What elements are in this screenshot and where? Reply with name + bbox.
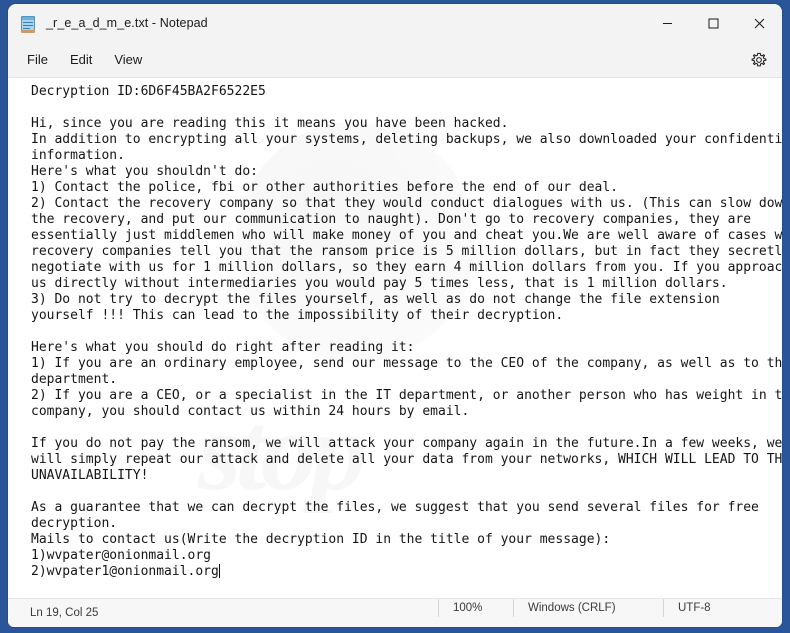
note-line: 2) If you are a CEO, or a specialist in …	[31, 388, 782, 403]
menu-view[interactable]: View	[103, 47, 153, 72]
ransom-note-text[interactable]: Decryption ID:6D6F45BA2F6522E5 Hi, since …	[8, 78, 782, 580]
note-line: 2)wvpater1@onionmail.org	[31, 564, 220, 579]
note-line: 1)wvpater@onionmail.org	[31, 548, 212, 563]
menu-file[interactable]: File	[16, 47, 59, 72]
minimize-button[interactable]	[644, 4, 690, 42]
maximize-icon	[708, 18, 718, 28]
window-controls	[644, 4, 782, 42]
note-line: Here's what you shouldn't do:	[31, 164, 258, 179]
status-bar: Ln 19, Col 25 100% Windows (CRLF) UTF-8	[8, 598, 782, 627]
note-line: Mails to contact us(Write the decryption…	[31, 532, 611, 547]
menu-bar: File Edit View	[8, 42, 782, 78]
note-line: the recovery, and put our communication …	[31, 212, 752, 227]
note-line: 1) Contact the police, fbi or other auth…	[31, 180, 618, 195]
note-line: If you do not pay the ransom, we will at…	[31, 436, 782, 451]
note-line	[31, 420, 774, 436]
note-line: negotiate with us for 1 million dollars,…	[31, 260, 782, 275]
title-bar[interactable]: _r_e_a_d_m_e.txt - Notepad	[8, 4, 782, 42]
status-encoding[interactable]: UTF-8	[663, 599, 711, 617]
note-line: Hi, since you are reading this it means …	[31, 116, 509, 131]
note-line: decryption.	[31, 516, 118, 531]
note-line: Decryption ID:6D6F45BA2F6522E5	[31, 84, 266, 99]
note-line: department.	[31, 372, 118, 387]
window-title: _r_e_a_d_m_e.txt - Notepad	[46, 16, 208, 30]
note-line	[31, 100, 774, 116]
note-line: Here's what you should do right after re…	[31, 340, 415, 355]
note-line: recovery companies tell you that the ran…	[31, 244, 782, 259]
maximize-button[interactable]	[690, 4, 736, 42]
status-line-endings[interactable]: Windows (CRLF)	[513, 599, 616, 617]
note-line: us directly without intermediaries you w…	[31, 276, 728, 291]
gear-icon	[751, 52, 767, 67]
note-line: 1) If you are an ordinary employee, send…	[31, 356, 782, 371]
text-caret	[218, 564, 220, 578]
notepad-window: _r_e_a_d_m_e.txt - Notepad File Edit Vie…	[8, 4, 782, 627]
status-line-column: Ln 19, Col 25	[30, 607, 99, 619]
note-line: 2) Contact the recovery company so that …	[31, 196, 782, 211]
note-line: UNAVAILABILITY!	[31, 468, 149, 483]
note-line: 3) Do not try to decrypt the files yours…	[31, 292, 720, 307]
note-line: In addition to encrypting all your syste…	[31, 132, 782, 147]
status-line-endings-value: Windows (CRLF)	[528, 602, 616, 614]
status-encoding-value: UTF-8	[678, 602, 711, 614]
menu-edit[interactable]: Edit	[59, 47, 103, 72]
note-line: information.	[31, 148, 125, 163]
close-icon	[754, 18, 764, 28]
status-zoom[interactable]: 100%	[438, 599, 482, 617]
note-line	[31, 324, 774, 340]
desktop-background: _r_e_a_d_m_e.txt - Notepad File Edit Vie…	[0, 0, 790, 633]
settings-button[interactable]	[746, 48, 772, 72]
note-line: essentially just middlemen who will make…	[31, 228, 782, 243]
close-button[interactable]	[736, 4, 782, 42]
text-editor-area[interactable]: stop Decryption ID:6D6F45BA2F6522E5 Hi, s…	[8, 78, 782, 598]
notepad-icon	[20, 14, 36, 33]
note-line: will simply repeat our attack and delete…	[31, 452, 782, 467]
note-line	[31, 484, 774, 500]
status-zoom-value: 100%	[453, 602, 483, 614]
note-line: yourself !!! This can lead to the imposs…	[31, 308, 564, 323]
note-line: As a guarantee that we can decrypt the f…	[31, 500, 759, 515]
note-line: company, you should contact us within 24…	[31, 404, 470, 419]
minimize-icon	[662, 22, 672, 24]
